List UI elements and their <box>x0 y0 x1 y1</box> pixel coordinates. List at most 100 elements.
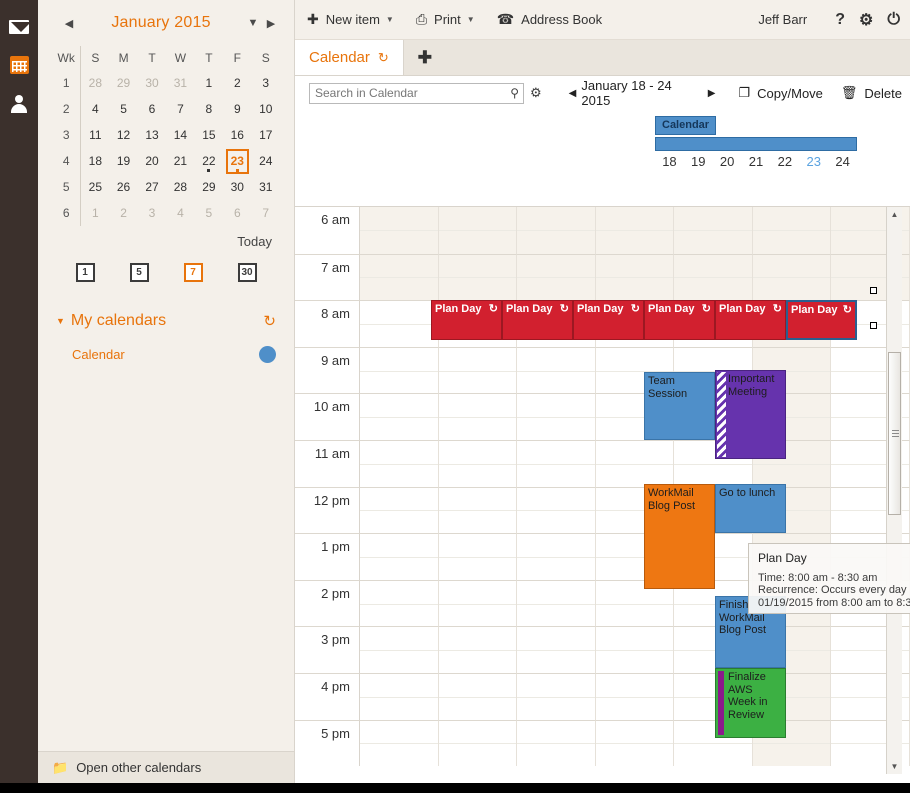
grid-cell[interactable] <box>674 207 753 254</box>
day-column-header-18[interactable]: 18 <box>655 154 684 169</box>
mini-calendar-day[interactable]: 31 <box>252 174 280 200</box>
grid-cell[interactable] <box>438 253 518 301</box>
user-name[interactable]: Jeff Barr <box>758 12 807 27</box>
mini-calendar-day[interactable]: 17 <box>252 122 280 148</box>
mini-calendar-week-number[interactable]: 6 <box>52 200 82 226</box>
day-column-header-20[interactable]: 20 <box>713 154 742 169</box>
scrollbar-thumb[interactable] <box>888 352 901 515</box>
calendar-event[interactable]: Plan Day ↻ <box>431 300 502 340</box>
grid-cell[interactable] <box>438 626 518 673</box>
day-column-header-24[interactable]: 24 <box>828 154 857 169</box>
mini-calendar-day[interactable]: 31 <box>166 70 194 96</box>
mini-calendar-day[interactable]: 28 <box>166 174 194 200</box>
grid-cell[interactable] <box>360 533 439 580</box>
mini-calendar-day[interactable]: 6 <box>138 96 166 122</box>
day-column-header-21[interactable]: 21 <box>742 154 771 169</box>
calendar-event[interactable]: Plan Day ↻ <box>644 300 715 340</box>
mini-calendar-week-number[interactable]: 4 <box>52 148 82 174</box>
mini-calendar-day[interactable]: 18 <box>81 148 109 174</box>
mini-calendar-day[interactable]: 1 <box>81 200 109 226</box>
mini-calendar-day[interactable]: 7 <box>166 96 194 122</box>
grid-cell[interactable] <box>595 672 675 720</box>
search-settings-gear-icon[interactable]: ⚙ <box>530 85 542 101</box>
scroll-up-icon[interactable]: ▲ <box>887 207 902 222</box>
grid-cell[interactable] <box>360 393 439 440</box>
calendar-list-item[interactable]: Calendar <box>56 346 276 363</box>
calendar-event[interactable]: Plan Day ↻ <box>573 300 644 340</box>
grid-cell[interactable] <box>360 346 439 394</box>
grid-cell[interactable] <box>360 719 439 767</box>
mini-calendar-day[interactable]: 13 <box>138 122 166 148</box>
gear-icon[interactable]: ⚙ <box>859 10 873 30</box>
mini-calendar-day[interactable]: 6 <box>223 200 251 226</box>
rail-item-mail[interactable] <box>0 10 38 44</box>
grid-cell[interactable] <box>595 207 675 254</box>
my-calendars-header[interactable]: ▼ My calendars ↻ <box>56 312 276 330</box>
tab-calendar[interactable]: Calendar ↻ <box>295 40 404 75</box>
mini-calendar-day[interactable]: 25 <box>81 174 109 200</box>
grid-cell[interactable] <box>360 300 439 347</box>
mini-calendar-day[interactable]: 11 <box>81 122 109 148</box>
mini-calendar-day[interactable]: 20 <box>138 148 166 174</box>
calendar-band-chip[interactable]: Calendar <box>655 116 717 135</box>
mini-calendar-week-number[interactable]: 2 <box>52 96 82 122</box>
grid-cell[interactable] <box>438 439 518 487</box>
print-button[interactable]: ⎙ Print ▼ <box>416 11 475 28</box>
grid-cell[interactable] <box>438 533 518 580</box>
add-tab-button[interactable]: ✚ <box>404 40 446 75</box>
mini-calendar-day[interactable]: 28 <box>81 70 109 96</box>
mini-calendar-day[interactable]: 26 <box>109 174 137 200</box>
scroll-down-icon[interactable]: ▼ <box>887 759 902 774</box>
mini-calendar-week-number[interactable]: 3 <box>52 122 82 148</box>
grid-cell[interactable] <box>360 672 439 720</box>
grid-cell[interactable] <box>438 346 518 394</box>
date-prev-icon[interactable]: ◀ <box>564 88 582 99</box>
mini-calendar-day[interactable]: 2 <box>223 70 251 96</box>
date-next-icon[interactable]: ▶ <box>703 88 721 99</box>
refresh-icon[interactable]: ↻ <box>263 312 276 330</box>
grid-cell[interactable] <box>595 626 675 673</box>
mini-calendar-day[interactable]: 5 <box>195 200 223 226</box>
calendar-event[interactable]: Go to lunch <box>715 484 786 534</box>
grid-cell[interactable] <box>752 253 832 301</box>
mini-calendar-day[interactable]: 4 <box>81 96 109 122</box>
grid-cell[interactable] <box>438 486 518 534</box>
calendar-event[interactable]: Finalize AWS Week in Review <box>715 668 786 739</box>
grid-cell[interactable] <box>360 253 439 301</box>
mini-calendar-day[interactable]: 30 <box>138 70 166 96</box>
mini-calendar-day[interactable]: 21 <box>166 148 194 174</box>
grid-cell[interactable] <box>438 393 518 440</box>
calendar-color-swatch[interactable] <box>259 346 276 363</box>
mini-calendar-week-number[interactable]: 1 <box>52 70 82 96</box>
mini-calendar-day[interactable]: 3 <box>138 200 166 226</box>
grid-cell[interactable] <box>517 672 596 720</box>
search-box[interactable]: ⚲ <box>309 82 525 104</box>
day-column-header-22[interactable]: 22 <box>770 154 799 169</box>
view-button-30-day[interactable]: 30 <box>237 263 257 282</box>
view-button-1-day[interactable]: 1 <box>75 263 95 282</box>
mini-calendar-week-number[interactable]: 5 <box>52 174 82 200</box>
day-column-header-23[interactable]: 23 <box>799 154 828 169</box>
grid-cell[interactable] <box>517 207 596 254</box>
rail-item-calendar[interactable] <box>0 48 38 82</box>
calendar-event[interactable]: WorkMail Blog Post <box>644 484 715 590</box>
mini-calendar-day[interactable]: 3 <box>252 70 280 96</box>
mini-calendar-day[interactable]: 1 <box>195 70 223 96</box>
all-day-bar[interactable] <box>655 137 857 151</box>
search-icon[interactable]: ⚲ <box>510 86 519 100</box>
grid-cell[interactable] <box>517 346 596 394</box>
search-input[interactable] <box>310 83 500 103</box>
grid-cell[interactable] <box>360 439 439 487</box>
mini-calendar-day[interactable]: 30 <box>223 174 251 200</box>
mini-calendar-day[interactable]: 23 <box>223 148 251 174</box>
grid-cell[interactable] <box>360 579 439 627</box>
view-button-5-day[interactable]: 5 <box>129 263 149 282</box>
calendar-event[interactable]: Plan Day ↻ <box>715 300 786 340</box>
grid-cell[interactable] <box>595 253 675 301</box>
copy-move-button[interactable]: ❐ Copy/Move <box>739 85 823 101</box>
grid-cell[interactable] <box>674 253 753 301</box>
mini-calendar-day[interactable]: 9 <box>223 96 251 122</box>
grid-cell[interactable] <box>517 579 596 627</box>
chevron-down-icon[interactable]: ▼ <box>244 17 262 29</box>
mini-calendar-day[interactable]: 14 <box>166 122 194 148</box>
